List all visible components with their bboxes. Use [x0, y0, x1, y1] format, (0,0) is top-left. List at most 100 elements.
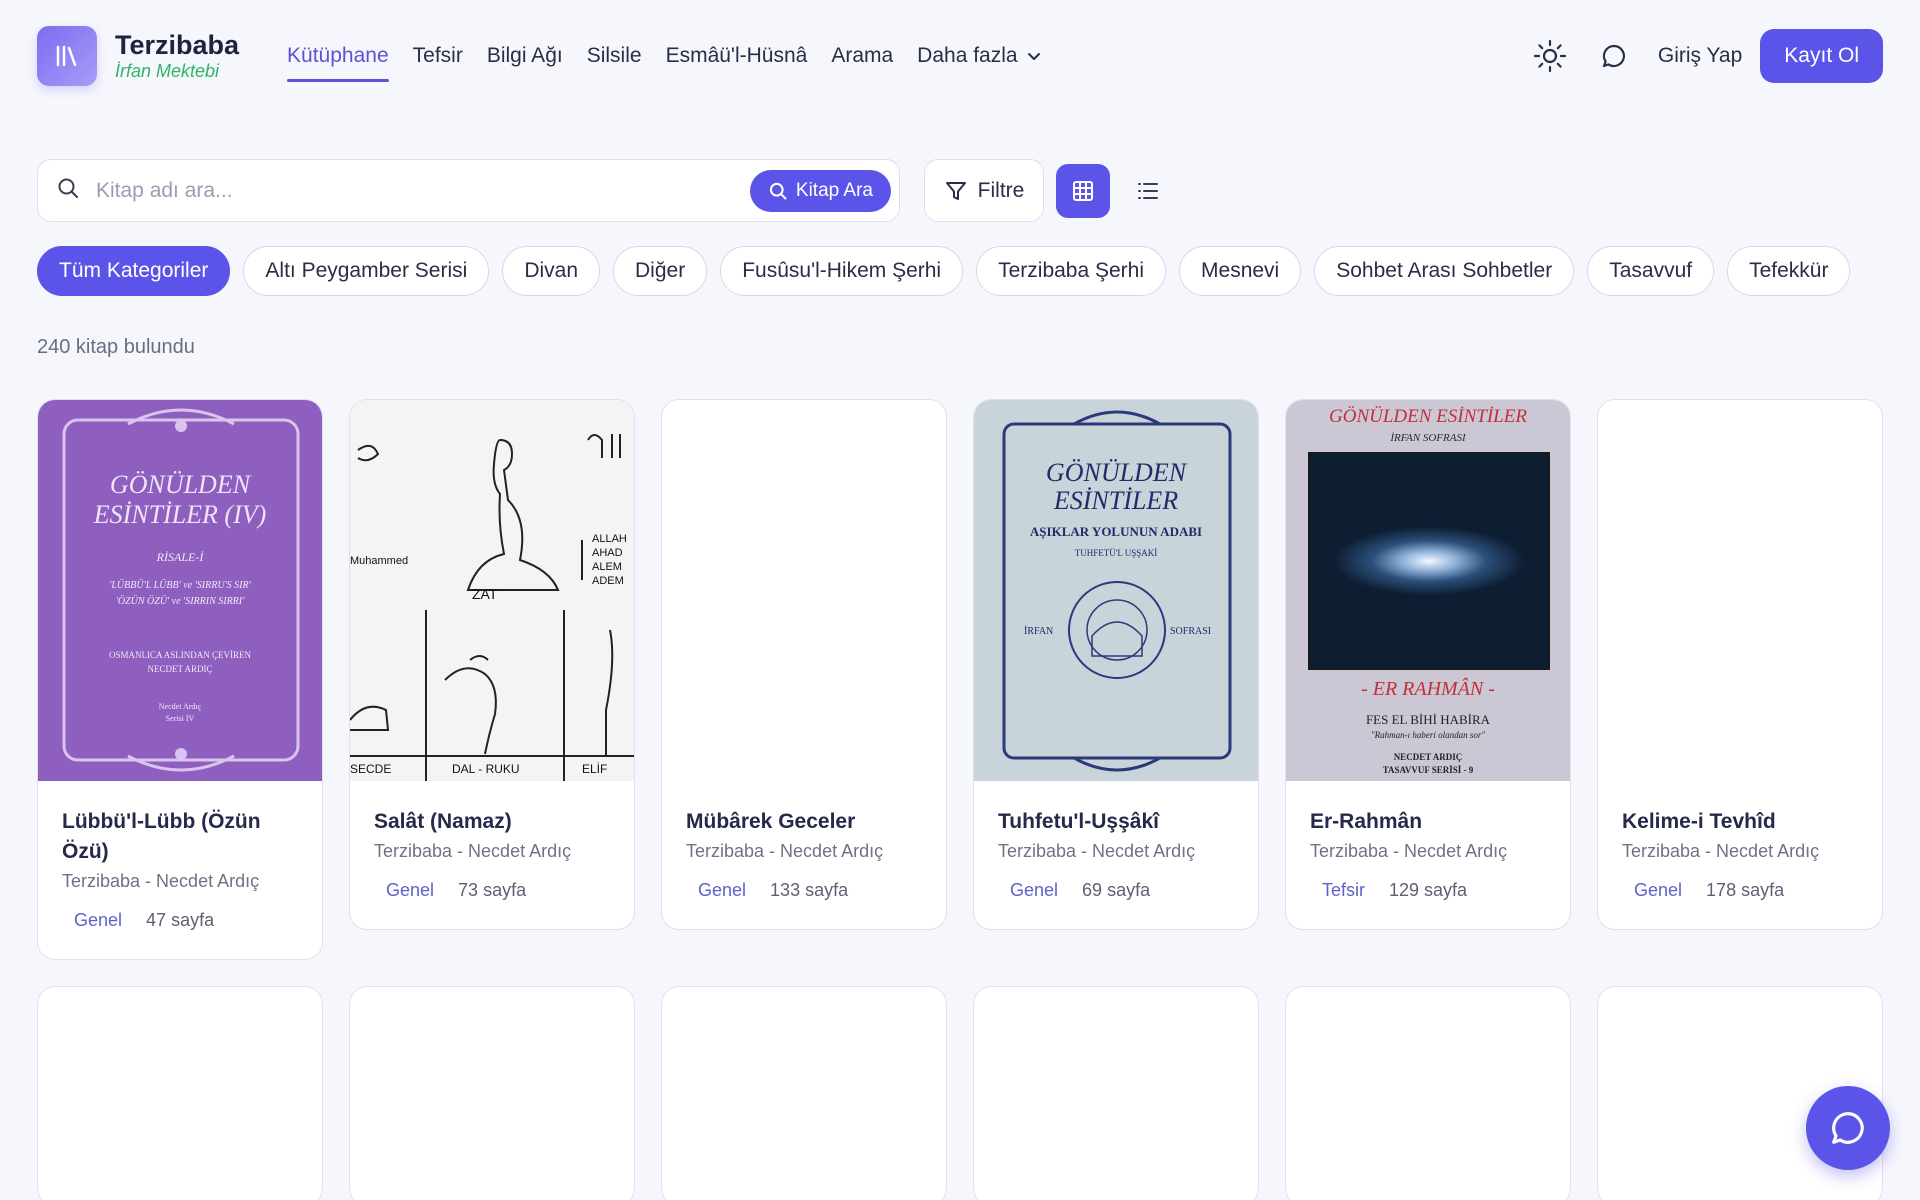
cover-small-text: İRFAN: [1024, 626, 1054, 637]
book-card[interactable]: Mübârek Geceler Terzibaba - Necdet Ardıç…: [661, 399, 947, 930]
galaxy-image: [1308, 452, 1550, 670]
book-card[interactable]: Muhammed ZAT ALLAH AHAD ALEM ADEM SECDE …: [349, 399, 635, 930]
category-chip[interactable]: Divan: [502, 246, 601, 296]
cover-subtitle: AŞIKLAR YOLUNUN ADABI: [1029, 524, 1203, 539]
book-meta: Tefsir 129 sayfa: [1310, 880, 1546, 901]
book-card-loading[interactable]: [973, 986, 1259, 1200]
filter-button[interactable]: Filtre: [924, 159, 1044, 222]
illustration-label: ELİF: [582, 762, 608, 776]
book-cover: Muhammed ZAT ALLAH AHAD ALEM ADEM SECDE …: [350, 400, 634, 781]
cover-title-line: GÖNÜLDEN ESİNTİLER: [1329, 406, 1527, 427]
book-cover: GÖNÜLDEN ESİNTİLER (IV) RİSALE-İ 'LÜBBÜ'…: [38, 400, 322, 781]
illustration-label: ALLAH: [592, 533, 627, 545]
book-cover: GÖNÜLDEN ESİNTİLER AŞIKLAR YOLUNUN ADABI…: [974, 400, 1258, 781]
book-card-loading[interactable]: [37, 986, 323, 1200]
category-chip[interactable]: Diğer: [613, 246, 708, 296]
category-chip[interactable]: Sohbet Arası Sohbetler: [1314, 246, 1575, 296]
floating-chat-button[interactable]: [1806, 1086, 1890, 1170]
book-page-count: 129 sayfa: [1389, 880, 1468, 900]
book-author: Terzibaba - Necdet Ardıç: [374, 841, 572, 861]
cover-title-line: ESİNTİLER: [1053, 486, 1179, 515]
cover-small-text: NECDET ARDIÇ: [147, 664, 213, 674]
book-cover-placeholder: [662, 400, 946, 781]
cover-small-text: RİSALE-İ: [156, 550, 204, 564]
book-title: Er-Rahmân: [1310, 810, 1423, 833]
book-card[interactable]: Kelime-i Tevhîd Terzibaba - Necdet Ardıç…: [1597, 399, 1883, 930]
chat-bubble-icon[interactable]: [1592, 34, 1636, 78]
category-chip[interactable]: Tasavvuf: [1587, 246, 1715, 296]
cover-small-text: TUHFETÜ'L UŞŞAKİ: [1074, 548, 1158, 558]
top-header: Terzibaba İrfan Mektebi Kütüphane Tefsir…: [0, 0, 1920, 112]
book-title: Kelime-i Tevhîd: [1622, 810, 1776, 833]
chat-bubble-icon: [1832, 1112, 1864, 1144]
book-card-body: Tuhfetu'l-Uşşâkî Terzibaba - Necdet Ardı…: [974, 781, 1258, 929]
cover-title-line: GÖNÜLDEN: [1045, 458, 1187, 487]
cover-small-text: Serisi IV: [165, 714, 195, 723]
category-chip[interactable]: Altı Peygamber Serisi: [243, 246, 490, 296]
book-meta: Genel 69 sayfa: [998, 880, 1234, 901]
nav-item-silsile[interactable]: Silsile: [587, 0, 642, 112]
search-icon: [769, 182, 787, 199]
book-category-tag: Genel: [698, 880, 747, 900]
search-button[interactable]: Kitap Ara: [749, 169, 891, 212]
search-icon: [56, 176, 80, 205]
nav-item-kutuphane[interactable]: Kütüphane: [287, 0, 389, 112]
cover-small-text: NECDET ARDIÇ: [1393, 752, 1463, 762]
nav-item-arama[interactable]: Arama: [831, 0, 893, 112]
book-card[interactable]: GÖNÜLDEN ESİNTİLER (IV) RİSALE-İ 'LÜBBÜ'…: [37, 399, 323, 960]
book-card-loading[interactable]: [1285, 986, 1571, 1200]
nav-item-daha-fazla-label: Daha fazla: [917, 44, 1018, 67]
search-box: Kitap Ara: [37, 159, 900, 222]
brand-name: Terzibaba: [115, 30, 240, 60]
book-title: Mübârek Geceler: [686, 810, 856, 833]
nav-item-tefsir[interactable]: Tefsir: [413, 0, 463, 112]
cover-small-text: TASAVVUF SERİSİ - 9: [1382, 765, 1474, 775]
grid-view-toggle[interactable]: [1056, 163, 1110, 218]
category-chip-tum[interactable]: Tüm Kategoriler: [37, 246, 231, 296]
cover-small-text: OSMANLICA ASLINDAN ÇEVİREN: [108, 650, 251, 660]
illustration-label: Muhammed: [350, 555, 409, 567]
category-chip[interactable]: Mesnevi: [1179, 246, 1302, 296]
book-meta: Genel 133 sayfa: [686, 880, 922, 901]
header-actions: Giriş Yap Kayıt Ol: [1528, 29, 1883, 83]
illustration-label: SECDE: [350, 762, 392, 776]
cover-small-text: 'ÖZÜN ÖZÜ' ve 'SIRRIN SIRRI': [115, 596, 245, 607]
category-chip[interactable]: Tefekkür: [1727, 246, 1851, 296]
nav-item-esmaul-husna[interactable]: Esmâü'l-Hüsnâ: [666, 0, 808, 112]
brand-subtitle: İrfan Mektebi: [115, 61, 220, 81]
cover-small-text: Necdet Ardıç: [158, 702, 202, 711]
book-page-count: 178 sayfa: [1706, 880, 1785, 900]
search-row: Kitap Ara Filtre: [37, 159, 1166, 222]
book-card-loading[interactable]: [349, 986, 635, 1200]
illustration-label: DAL - RUKU: [452, 762, 520, 776]
cover-title-line: GÖNÜLDEN: [109, 470, 251, 499]
cover-title-line: ESİNTİLER (IV): [93, 500, 267, 529]
cover-small-text: İRFAN SOFRASI: [1390, 432, 1466, 444]
login-link[interactable]: Giriş Yap: [1658, 44, 1742, 68]
book-title: Tuhfetu'l-Uşşâkî: [998, 810, 1159, 833]
book-meta: Genel 47 sayfa: [62, 910, 298, 931]
category-chip[interactable]: Fusûsu'l-Hikem Şerhi: [720, 246, 964, 296]
search-input[interactable]: [96, 178, 750, 203]
list-icon: [1138, 182, 1158, 199]
cover-small-text: FES EL BİHİ HABİRA: [1365, 712, 1491, 727]
library-logo-icon[interactable]: [37, 26, 97, 86]
category-chip[interactable]: Terzibaba Şerhi: [976, 246, 1167, 296]
book-author: Terzibaba - Necdet Ardıç: [686, 841, 884, 861]
list-view-toggle[interactable]: [1130, 164, 1166, 218]
brand[interactable]: Terzibaba İrfan Mektebi: [115, 30, 239, 82]
book-card-loading[interactable]: [661, 986, 947, 1200]
book-meta: Genel 178 sayfa: [1622, 880, 1858, 901]
book-card-body: Salât (Namaz) Terzibaba - Necdet Ardıç G…: [350, 781, 634, 929]
nav-item-daha-fazla[interactable]: Daha fazla: [917, 0, 1041, 112]
cover-small-text: "Rahman-ı haberi olandan sor": [1370, 730, 1486, 740]
signup-button[interactable]: Kayıt Ol: [1760, 29, 1883, 83]
book-card[interactable]: GÖNÜLDEN ESİNTİLER AŞIKLAR YOLUNUN ADABI…: [973, 399, 1259, 930]
book-card[interactable]: GÖNÜLDEN ESİNTİLER İRFAN SOFRASI - ER RA…: [1285, 399, 1571, 930]
book-category-tag: Genel: [386, 880, 435, 900]
book-cover-placeholder: [1598, 400, 1882, 781]
book-page-count: 69 sayfa: [1082, 880, 1151, 900]
nav-item-bilgi-agi[interactable]: Bilgi Ağı: [487, 0, 563, 112]
search-button-label: Kitap Ara: [795, 179, 873, 201]
theme-toggle-sun-icon[interactable]: [1528, 34, 1572, 78]
